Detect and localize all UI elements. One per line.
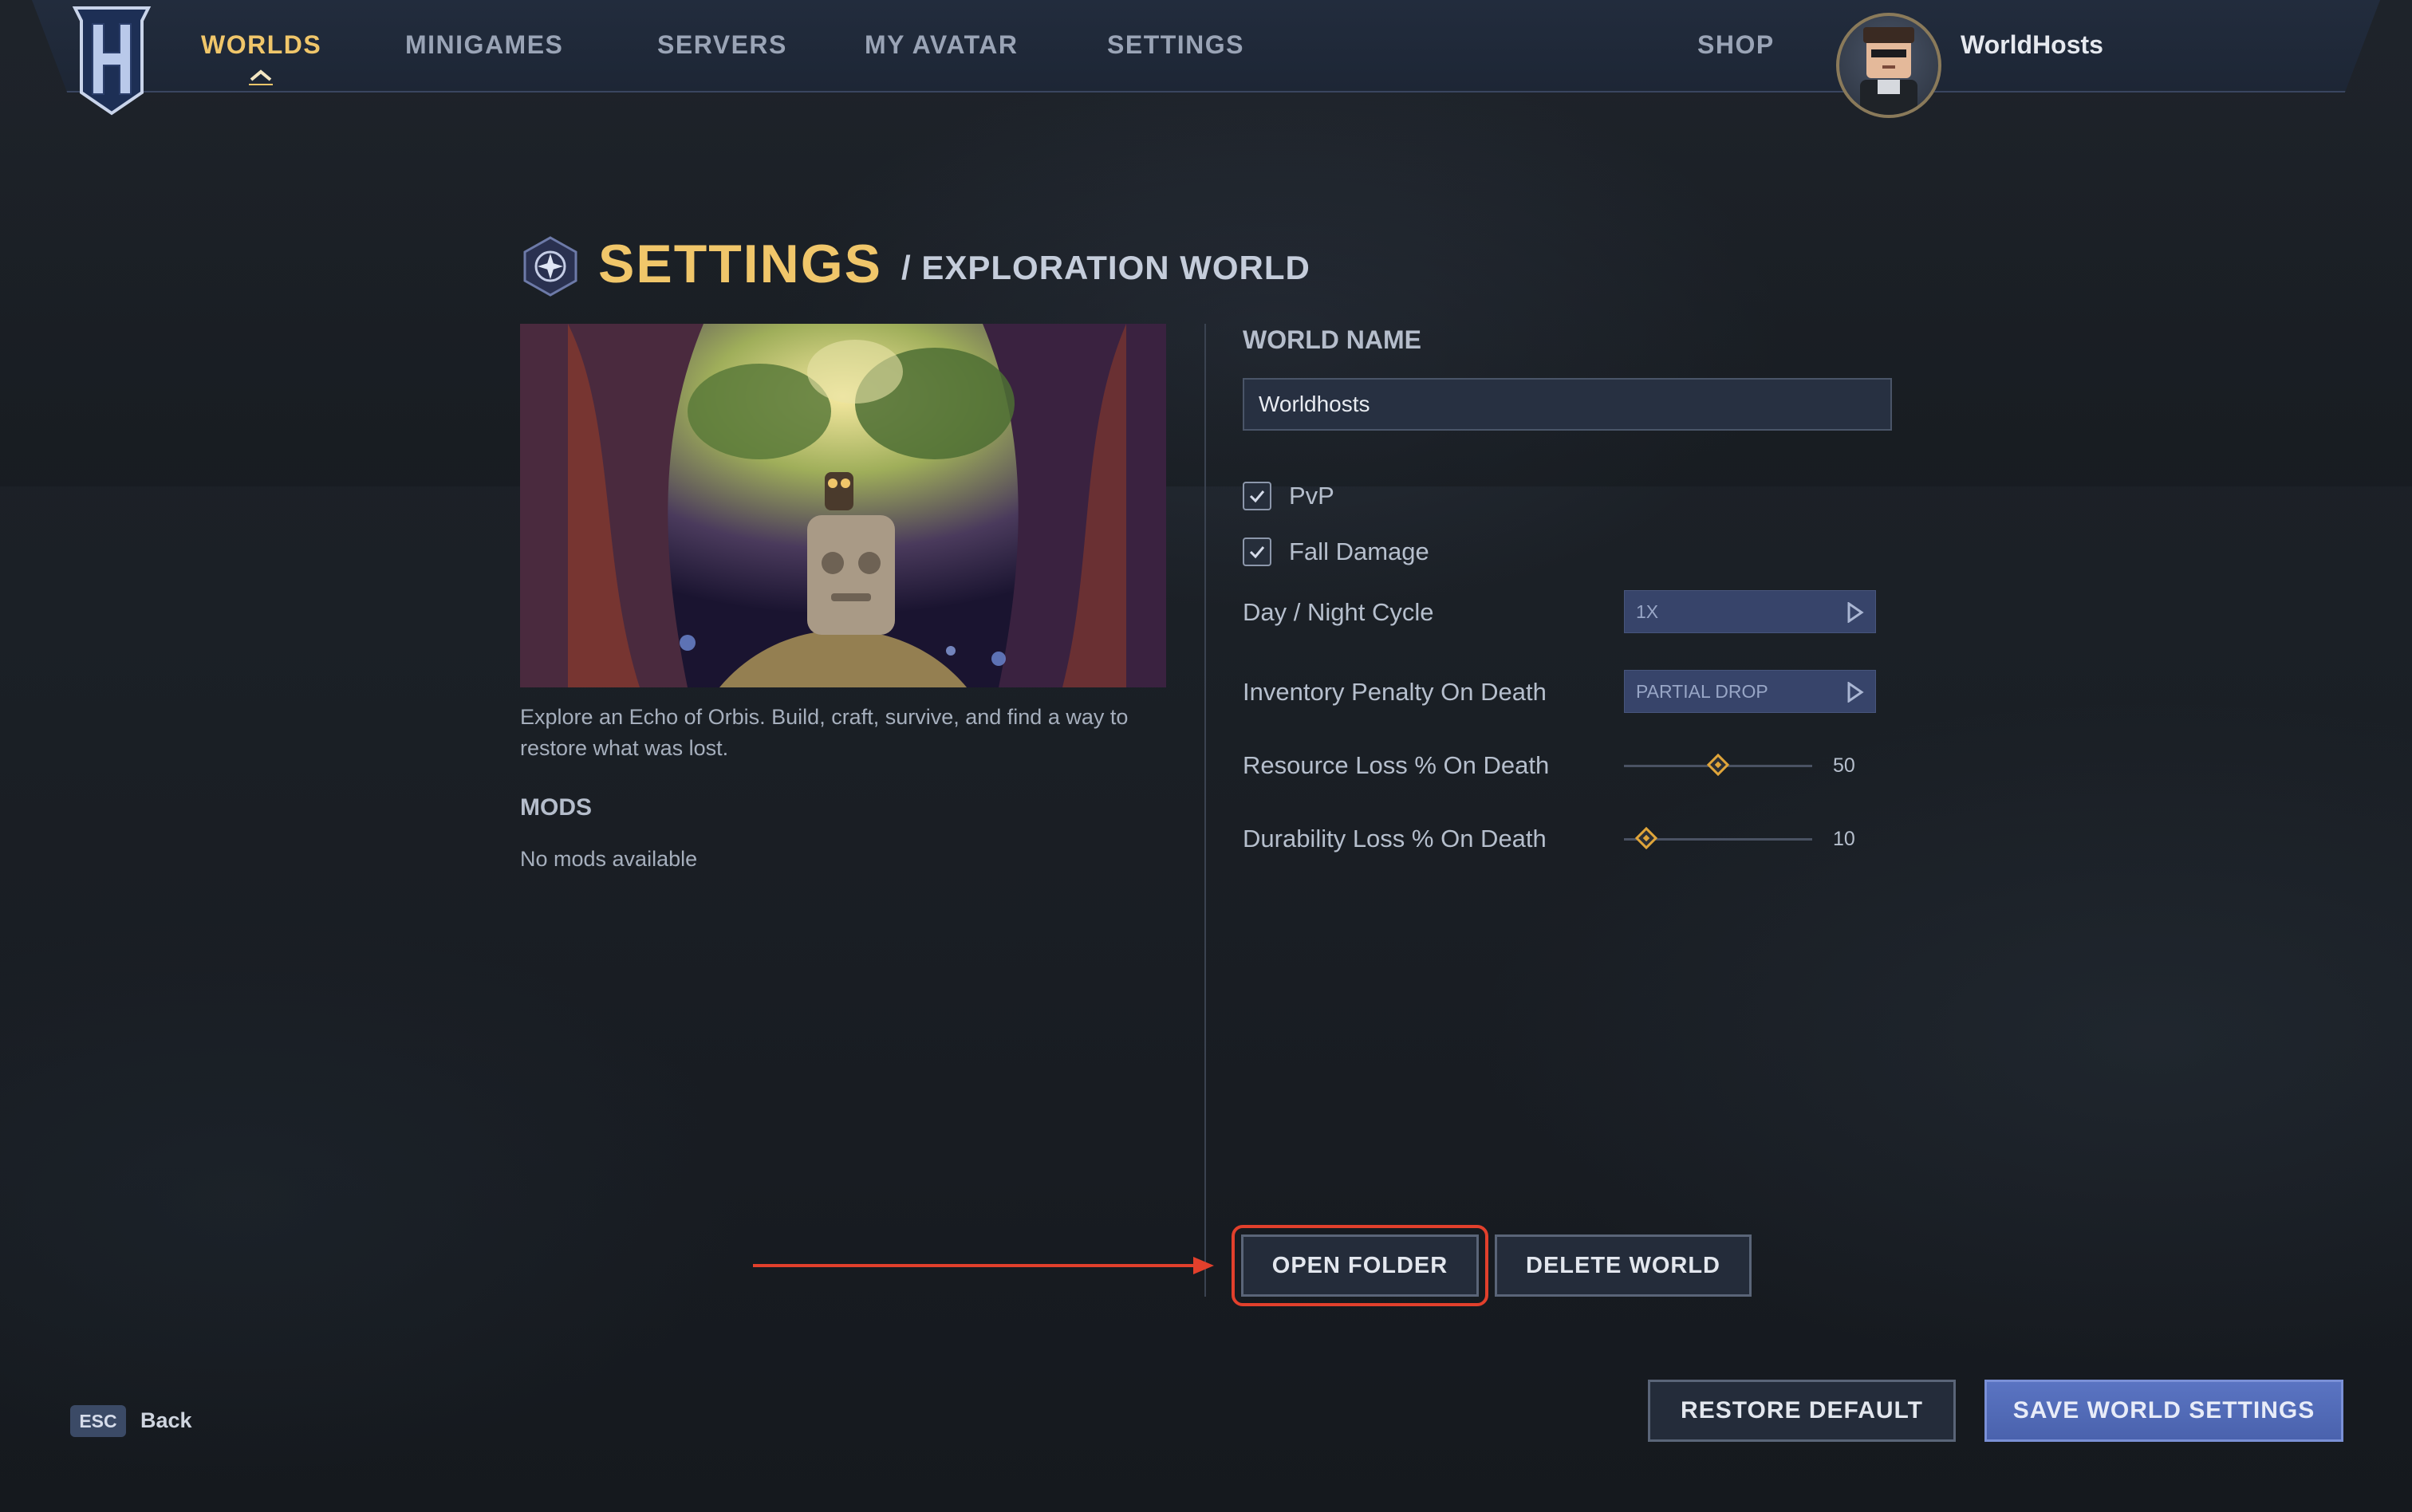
pvp-label: PvP (1289, 482, 1334, 510)
avatar-portrait-icon (1860, 27, 1917, 115)
inventory-penalty-label: Inventory Penalty On Death (1243, 678, 1547, 706)
nav-minigames[interactable]: MINIGAMES (405, 30, 563, 60)
durability-loss-value: 10 (1833, 828, 1855, 850)
day-night-label: Day / Night Cycle (1243, 598, 1434, 626)
nav-my-avatar[interactable]: MY AVATAR (865, 30, 1018, 60)
save-world-settings-button[interactable]: SAVE WORLD SETTINGS (1984, 1380, 2343, 1442)
inventory-penalty-value: PARTIAL DROP (1636, 680, 1768, 702)
world-description: Explore an Echo of Orbis. Build, craft, … (520, 705, 1129, 760)
pvp-checkbox[interactable] (1243, 482, 1271, 510)
mods-heading: MODS (520, 794, 592, 821)
inventory-penalty-selector[interactable]: PARTIAL DROP (1624, 670, 1876, 713)
settings-compass-icon (523, 236, 577, 297)
play-arrow-icon (1847, 602, 1864, 623)
hytale-logo[interactable] (69, 5, 155, 116)
background-scenery (0, 88, 2412, 486)
mods-empty-text: No mods available (520, 847, 698, 871)
fall-damage-toggle[interactable]: Fall Damage (1243, 537, 1429, 566)
back-label[interactable]: Back (140, 1408, 192, 1433)
world-name-label: WORLD NAME (1243, 325, 1421, 354)
fall-damage-checkbox[interactable] (1243, 537, 1271, 566)
durability-loss-label: Durability Loss % On Death (1243, 825, 1547, 852)
fall-damage-label: Fall Damage (1289, 537, 1429, 565)
page-subtitle: / EXPLORATION WORLD (901, 249, 1310, 286)
world-name-input[interactable] (1243, 378, 1892, 431)
username[interactable]: WorldHosts (1961, 30, 2103, 60)
nav-worlds[interactable]: WORLDS (201, 30, 321, 60)
slider-thumb[interactable] (1706, 753, 1730, 777)
page-title: SETTINGS (598, 234, 883, 294)
day-night-selector[interactable]: 1X (1624, 590, 1876, 633)
slider-thumb[interactable] (1635, 826, 1658, 850)
open-folder-button[interactable]: OPEN FOLDER (1241, 1234, 1479, 1297)
esc-key-badge[interactable]: ESC (70, 1405, 126, 1437)
world-preview-image (520, 324, 1166, 687)
restore-default-button[interactable]: RESTORE DEFAULT (1648, 1380, 1956, 1442)
nav-servers[interactable]: SERVERS (657, 30, 787, 60)
resource-loss-label: Resource Loss % On Death (1243, 751, 1550, 779)
checkmark-icon (1249, 490, 1265, 503)
delete-world-button[interactable]: DELETE WORLD (1495, 1234, 1752, 1297)
resource-loss-slider[interactable] (1624, 751, 1812, 780)
checkmark-icon (1249, 546, 1265, 559)
active-caret-icon (249, 69, 273, 85)
avatar[interactable] (1836, 13, 1941, 118)
resource-loss-value: 50 (1833, 754, 1855, 777)
day-night-value: 1X (1636, 600, 1659, 622)
nav-settings[interactable]: SETTINGS (1107, 30, 1244, 60)
durability-loss-slider[interactable] (1624, 825, 1812, 853)
column-divider (1204, 324, 1206, 1297)
play-arrow-icon (1847, 682, 1864, 703)
annotation-arrow-icon (753, 1257, 1214, 1274)
pvp-toggle[interactable]: PvP (1243, 482, 1334, 510)
nav-shop[interactable]: SHOP (1697, 30, 1775, 60)
